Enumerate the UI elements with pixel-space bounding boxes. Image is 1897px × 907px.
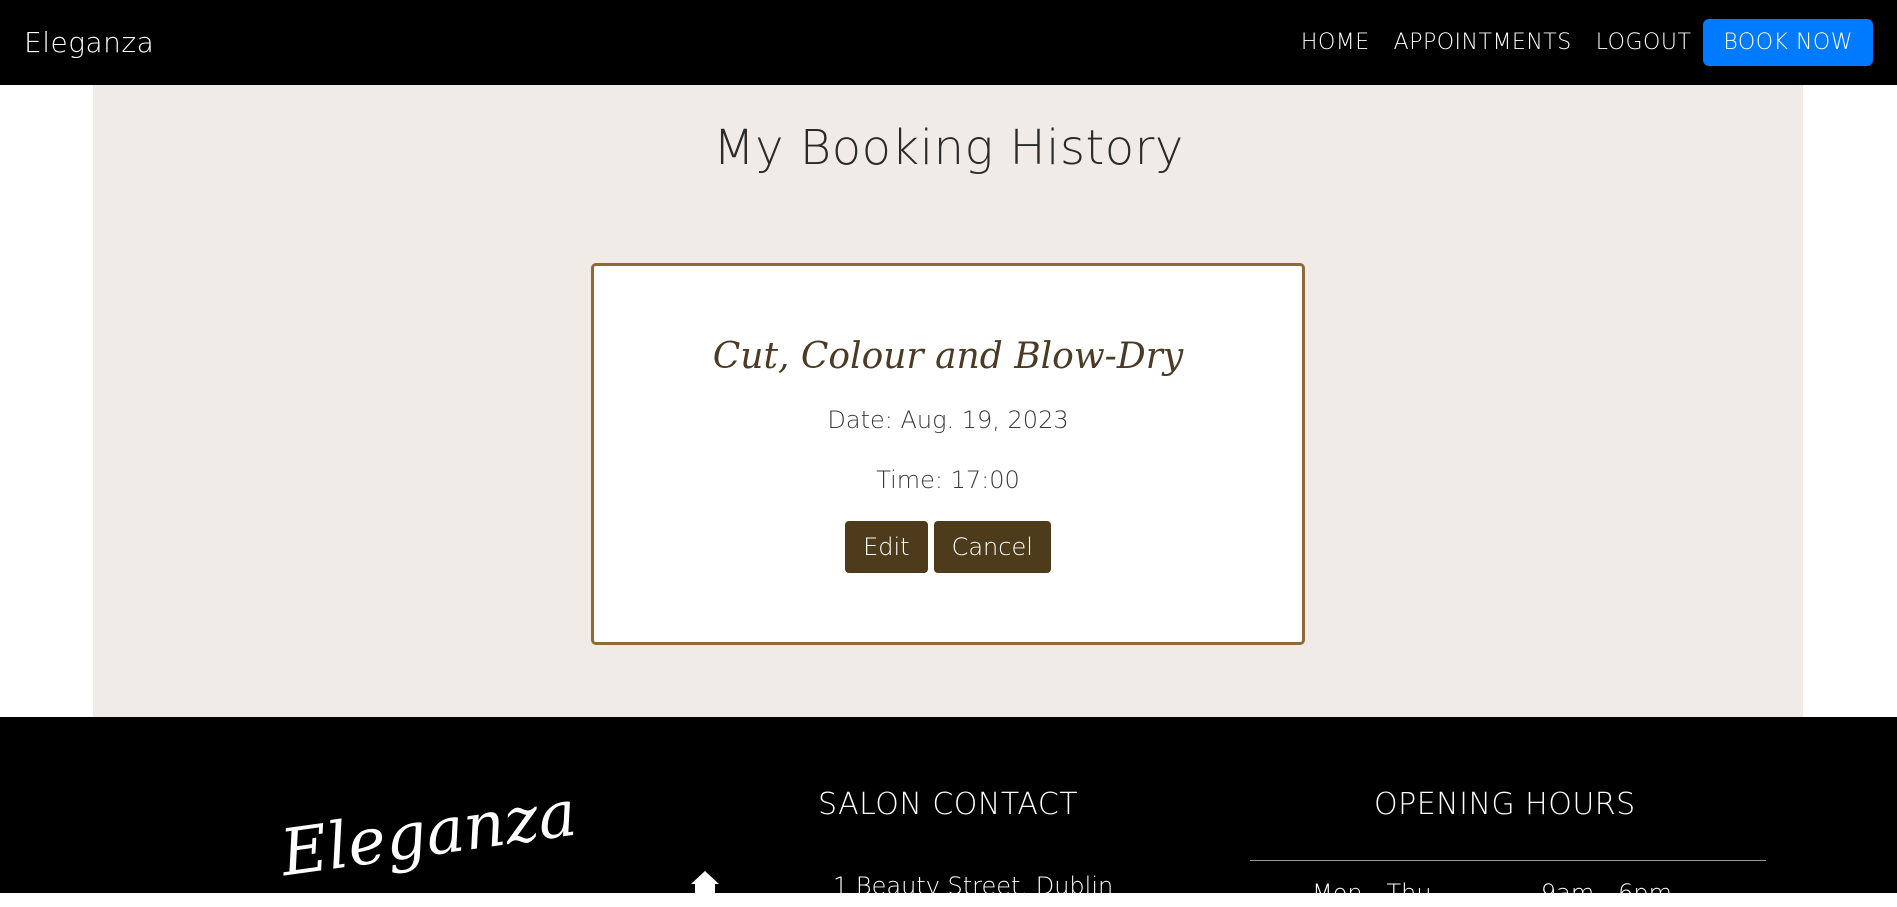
- cancel-booking-button[interactable]: Cancel: [933, 521, 1051, 573]
- hours-time: 9am - 6pm: [1540, 879, 1672, 907]
- home-icon: [691, 871, 719, 896]
- nav-links: HOME APPOINTMENTS LOGOUT BOOK NOW: [1277, 19, 1873, 66]
- footer: Eleganza SALON CONTACT OPENING HOURS 1 B…: [0, 717, 1897, 907]
- booking-actions: Edit Cancel: [594, 521, 1302, 573]
- salon-contact-heading: SALON CONTACT: [818, 787, 1079, 822]
- hours-days: Mon - Thu: [1312, 879, 1432, 907]
- booking-time: Time: 17:00: [876, 466, 1020, 494]
- booking-service-name: Cut, Colour and Blow-Dry: [712, 336, 1184, 377]
- brand-logo[interactable]: Eleganza: [24, 26, 154, 59]
- nav-home-link[interactable]: HOME: [1301, 30, 1370, 55]
- salon-address: 1 Beauty Street, Dublin: [833, 872, 1114, 900]
- booking-card: Cut, Colour and Blow-Dry Date: Aug. 19, …: [591, 263, 1305, 645]
- booking-date: Date: Aug. 19, 2023: [827, 406, 1069, 434]
- nav-logout-link[interactable]: LOGOUT: [1596, 30, 1692, 55]
- book-now-button[interactable]: BOOK NOW: [1703, 19, 1873, 66]
- hours-row: Mon - Thu 9am - 6pm: [1312, 879, 1672, 907]
- opening-hours-heading: OPENING HOURS: [1374, 787, 1636, 822]
- edit-booking-button[interactable]: Edit: [845, 521, 928, 573]
- nav-appointments-link[interactable]: APPOINTMENTS: [1394, 30, 1572, 55]
- page-title: My Booking History: [713, 120, 1184, 176]
- footer-logo: Eleganza: [276, 776, 581, 892]
- navbar: Eleganza HOME APPOINTMENTS LOGOUT BOOK N…: [0, 0, 1897, 85]
- hours-divider: [1250, 860, 1766, 861]
